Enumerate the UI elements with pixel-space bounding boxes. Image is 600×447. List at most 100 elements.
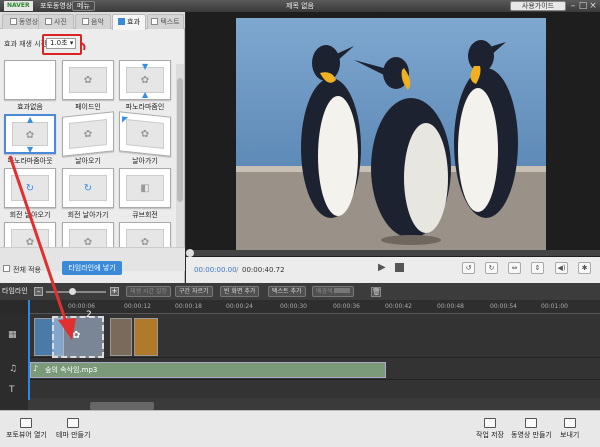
zoom-slider-knob[interactable] [69, 288, 76, 295]
add-blank-button[interactable]: 빈 화면 추가 [220, 286, 260, 297]
effect-rotate-fly-in[interactable]: ↻ [4, 168, 56, 208]
maximize-icon[interactable]: □ [578, 0, 588, 12]
cube-icon: ◧ [126, 175, 164, 201]
tab-label: 동영상 [18, 18, 39, 26]
send-button[interactable]: 보내기 [560, 418, 579, 440]
zoom-out-icon[interactable]: – [34, 287, 43, 296]
background-color-label: 배경색 [316, 288, 333, 295]
audio-clip[interactable]: 숲의 속삭임.mp3 [30, 362, 386, 378]
clip-flower[interactable] [134, 318, 158, 356]
add-to-timeline-button[interactable]: 타임라인에 넣기 [62, 261, 122, 275]
play-icon[interactable]: ▶ [378, 262, 386, 273]
effect-label: 큐브회전 [132, 211, 158, 219]
clip-koala[interactable] [110, 318, 132, 356]
effects-icon [118, 18, 126, 25]
arrow-icon: ▼ [142, 62, 149, 71]
zoom-slider[interactable] [46, 291, 106, 293]
arrow-icon: ▼ [27, 145, 34, 154]
rotate-icon: ↻ [11, 175, 49, 201]
photo-viewer-icon [20, 418, 33, 428]
seek-bar[interactable] [186, 250, 600, 256]
tick-label: 00:00:42 [385, 303, 412, 310]
text-icon [151, 18, 159, 25]
text-track [28, 380, 600, 398]
photo-track-icon: ▦ [8, 330, 17, 340]
tulip-icon: ✿ [126, 119, 164, 149]
close-icon[interactable]: × [588, 0, 598, 12]
music-track-icon: ♫ [9, 364, 18, 374]
effect-duration-label: 효과 재생 시간 [4, 40, 48, 48]
button-label: 작업 저장 [476, 431, 504, 439]
penguins-image [236, 18, 546, 252]
window-title: 제목 없음 [286, 2, 314, 10]
tab-music[interactable]: 음악 [75, 14, 111, 29]
video-icon [9, 18, 17, 25]
effect-cube-rotate[interactable]: ◧ [119, 168, 171, 208]
scrollbar-thumb[interactable] [177, 78, 183, 202]
effect-label: 페이드인 [75, 103, 101, 111]
arrow-icon: ▲ [27, 115, 34, 124]
tab-label: 텍스트 [160, 18, 180, 26]
tick-label: 00:00:30 [280, 303, 307, 310]
effect-fly-in[interactable]: ✿ [62, 111, 114, 157]
audio-clip-name: 숲의 속삭임.mp3 [45, 366, 98, 374]
effect-fade-in[interactable]: ✿ [62, 60, 114, 100]
button-label: 동영상 만들기 [511, 431, 552, 439]
effect-label: 회전 날아오기 [9, 211, 51, 219]
effect-panorama-zoom-out[interactable]: ✿ ▲ ▼ [4, 114, 56, 154]
seek-knob[interactable] [186, 249, 194, 257]
arrow-icon: ◤ [122, 114, 129, 125]
effect-rotate-fly-out[interactable]: ↻ [62, 168, 114, 208]
menu-button[interactable]: 메뉴 [72, 1, 95, 11]
color-swatch [334, 288, 351, 293]
effect-fly-out[interactable]: ✿ ◤ [119, 111, 171, 157]
flip-horizontal-icon[interactable]: ⇔ [508, 262, 521, 274]
current-time: 00:00:00.00 [194, 266, 237, 274]
settings-gear-icon[interactable]: ✱ [578, 262, 591, 274]
time-separator: / [236, 266, 239, 274]
effect-none[interactable] [4, 60, 56, 100]
zoom-in-icon[interactable]: + [110, 287, 119, 296]
add-text-button[interactable]: 텍스트 추가 [268, 286, 306, 297]
timeline-label: 타임라인 [2, 287, 28, 295]
effects-panel: 동영상 사진 음악 효과 텍스트 효과 재생 시간 1.0초 ▾ 효과없음 ✿ … [0, 12, 185, 283]
volume-icon[interactable]: ◀) [555, 262, 568, 274]
dragged-effect-preview: ✿ [52, 316, 104, 358]
save-work-button[interactable]: 작업 저장 [476, 418, 504, 440]
apply-all-checkbox[interactable] [3, 265, 10, 272]
photo-icon [45, 18, 53, 25]
trash-icon[interactable]: 🗑 [371, 287, 381, 297]
effect-grid: 효과없음 ✿ 페이드인 ✿ ▼ ▲ 파노라마줌인 ✿ ▲ ▼ 파노라마줌아웃 ✿ 날아오… [0, 60, 176, 255]
rotate-left-icon[interactable]: ↺ [462, 262, 475, 274]
make-video-button[interactable]: 동영상 만들기 [511, 418, 552, 440]
playhead[interactable] [28, 300, 30, 400]
text-track-icon: T [9, 385, 15, 395]
tab-text[interactable]: 텍스트 [147, 14, 184, 29]
music-icon [82, 18, 90, 25]
open-photo-viewer-button[interactable]: 포토뷰어 열기 [6, 418, 47, 440]
make-theme-button[interactable]: 테마 만들기 [56, 418, 90, 440]
flip-vertical-icon[interactable]: ⇕ [531, 262, 544, 274]
button-label: 테마 만들기 [56, 431, 91, 439]
user-guide-button[interactable]: 사용가이드 [510, 1, 566, 11]
rotate-right-icon[interactable]: ↻ [485, 262, 498, 274]
tab-effects[interactable]: 효과 [112, 14, 146, 30]
minimize-icon[interactable]: – [568, 0, 578, 12]
tick-label: 00:00:24 [226, 303, 253, 310]
tab-label: 사진 [54, 18, 67, 26]
preview-panel [186, 12, 600, 283]
cut-section-button[interactable]: 구간 자르기 [175, 286, 213, 297]
tab-photo[interactable]: 사진 [38, 14, 74, 29]
set-duration-button[interactable]: 재생 시간 설정 [126, 286, 171, 297]
effect-panorama-zoom-in[interactable]: ✿ ▼ ▲ [119, 60, 171, 100]
background-color-button[interactable]: 배경색 [312, 286, 355, 297]
tick-label: 00:00:06 [68, 303, 95, 310]
tick-label: 00:00:36 [333, 303, 360, 310]
timeline-horizontal-scrollbar[interactable] [90, 402, 154, 410]
tick-label: 00:00:48 [437, 303, 464, 310]
tick-label: 00:01:00 [541, 303, 568, 310]
stop-icon[interactable] [395, 263, 404, 272]
preview-image [236, 18, 546, 252]
tab-label: 음악 [91, 18, 104, 26]
arrow-icon: ▲ [142, 90, 149, 99]
